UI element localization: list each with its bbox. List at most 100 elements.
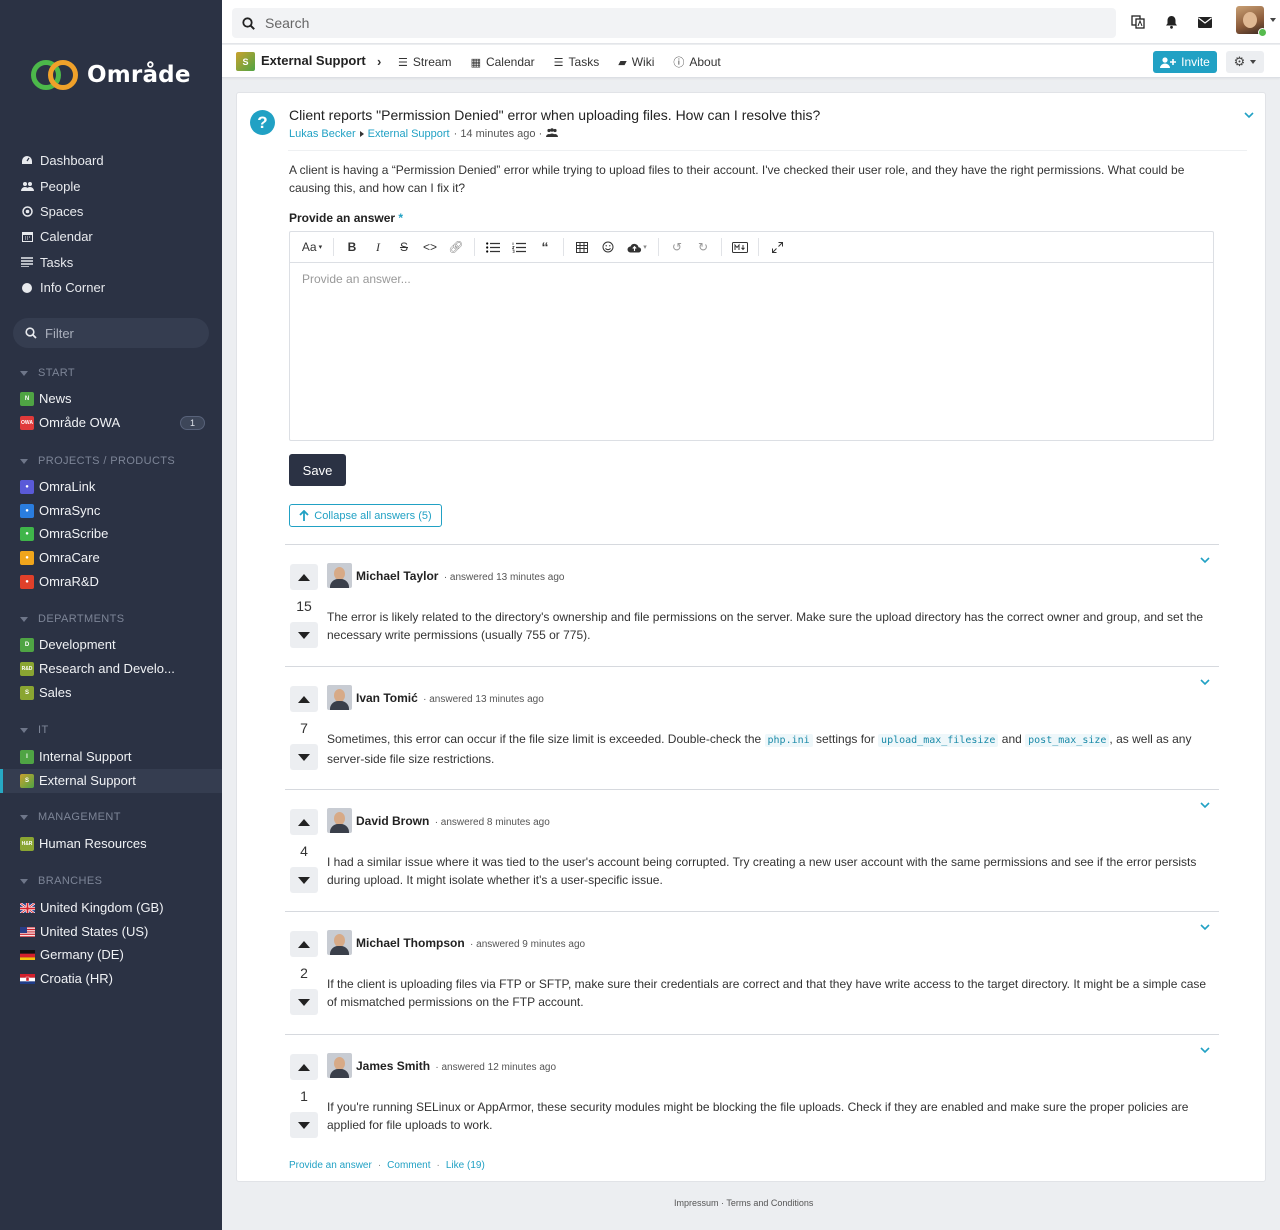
space-title[interactable]: External Support: [261, 53, 366, 68]
space-internal-support[interactable]: I Internal Support: [0, 745, 222, 769]
chevron-down-icon[interactable]: [1200, 922, 1210, 932]
chevron-down-icon[interactable]: [1244, 110, 1254, 120]
bullet-list-icon[interactable]: [482, 237, 504, 257]
nav-info-corner[interactable]: Info Corner: [0, 275, 222, 300]
section-it[interactable]: IT: [20, 724, 49, 736]
space-label: OmraSync: [39, 503, 101, 519]
bold-icon[interactable]: B: [341, 237, 363, 257]
answer-time: · answered 8 minutes ago: [434, 817, 550, 828]
author-name[interactable]: Ivan Tomić: [356, 691, 418, 705]
tab-stream[interactable]: ☰ Stream: [398, 54, 452, 70]
redo-icon[interactable]: ↻: [692, 237, 714, 257]
avatar[interactable]: [327, 685, 352, 710]
author-name[interactable]: Michael Thompson: [356, 936, 465, 950]
answer-editor[interactable]: Aa ▾ B I S <> 🔗︎ “ ▾ ↺ ↻ Provide an answe…: [289, 231, 1214, 441]
section-departments[interactable]: DEPARTMENTS: [20, 613, 125, 625]
author-name[interactable]: James Smith: [356, 1059, 430, 1073]
author-name[interactable]: David Brown: [356, 814, 429, 828]
downvote-button[interactable]: [290, 744, 318, 770]
italic-icon[interactable]: I: [367, 237, 389, 257]
impressum-link[interactable]: Impressum: [674, 1198, 719, 1208]
provide-answer-link[interactable]: Provide an answer: [289, 1160, 372, 1171]
space-us[interactable]: United States (US): [0, 920, 222, 944]
bell-icon[interactable]: [1163, 14, 1179, 30]
caret-down-icon[interactable]: [1270, 18, 1276, 22]
fullscreen-icon[interactable]: [766, 237, 788, 257]
space-uk[interactable]: United Kingdom (GB): [0, 896, 222, 920]
author-link[interactable]: Lukas Becker: [289, 128, 356, 140]
comment-link[interactable]: Comment: [387, 1160, 430, 1171]
avatar[interactable]: [327, 1053, 352, 1078]
space-link[interactable]: External Support: [368, 128, 450, 140]
space-development[interactable]: D Development: [0, 633, 222, 657]
table-icon[interactable]: [571, 237, 593, 257]
space-omrasync[interactable]: ● OmraSync: [0, 499, 222, 523]
space-hr[interactable]: Croatia (HR): [0, 967, 222, 991]
tab-wiki[interactable]: ▰ Wiki: [618, 54, 654, 70]
save-button[interactable]: Save: [289, 454, 346, 486]
nav-people[interactable]: People: [0, 173, 222, 198]
chevron-down-icon[interactable]: [1200, 800, 1210, 810]
markdown-icon[interactable]: [729, 237, 751, 257]
section-management[interactable]: MANAGEMENT: [20, 811, 121, 823]
tab-tasks[interactable]: ☰ Tasks: [554, 54, 600, 70]
space-settings-button[interactable]: ⚙: [1226, 51, 1264, 73]
upvote-button[interactable]: [290, 931, 318, 957]
space-de[interactable]: Germany (DE): [0, 943, 222, 967]
undo-icon[interactable]: ↺: [666, 237, 688, 257]
author-name[interactable]: Michael Taylor: [356, 569, 438, 583]
collapse-answers-button[interactable]: Collapse all answers (5): [289, 504, 442, 527]
space-omralink[interactable]: ● OmraLink: [0, 475, 222, 499]
code-icon[interactable]: <>: [419, 237, 441, 257]
section-projects[interactable]: PROJECTS / PRODUCTS: [20, 455, 175, 467]
space-human-resources[interactable]: H&R Human Resources: [0, 832, 222, 856]
app-logo[interactable]: Område: [31, 58, 191, 92]
sidebar-filter-input[interactable]: Filter: [13, 318, 209, 348]
upload-cloud-icon[interactable]: ▾: [623, 237, 651, 257]
avatar[interactable]: [327, 808, 352, 833]
translate-icon[interactable]: [1130, 14, 1146, 30]
tab-about[interactable]: ⓘ About: [673, 54, 720, 70]
downvote-button[interactable]: [290, 989, 318, 1015]
font-size-button[interactable]: Aa ▾: [298, 237, 326, 257]
space-news[interactable]: N News: [0, 387, 222, 411]
upvote-button[interactable]: [290, 1054, 318, 1080]
space-omrard[interactable]: ● OmraR&D: [0, 570, 222, 594]
nav-dashboard[interactable]: Dashboard: [0, 148, 222, 173]
nav-tasks[interactable]: Tasks: [0, 250, 222, 275]
downvote-button[interactable]: [290, 1112, 318, 1138]
tab-calendar[interactable]: ▦ Calendar: [471, 54, 535, 70]
downvote-button[interactable]: [290, 867, 318, 893]
nav-calendar[interactable]: Calendar: [0, 224, 222, 249]
avatar[interactable]: [327, 930, 352, 955]
nav-spaces[interactable]: Spaces: [0, 199, 222, 224]
chevron-down-icon[interactable]: [1200, 1045, 1210, 1055]
section-branches[interactable]: BRANCHES: [20, 875, 102, 887]
section-start[interactable]: START: [20, 367, 75, 379]
terms-link[interactable]: Terms and Conditions: [726, 1198, 813, 1208]
space-sales[interactable]: S Sales: [0, 681, 222, 705]
section-title: MANAGEMENT: [38, 811, 121, 823]
link-icon[interactable]: 🔗︎: [445, 237, 467, 257]
chevron-down-icon[interactable]: [1200, 677, 1210, 687]
chevron-down-icon[interactable]: [1200, 555, 1210, 565]
avatar[interactable]: [327, 563, 352, 588]
downvote-button[interactable]: [290, 622, 318, 648]
space-omracare[interactable]: ● OmraCare: [0, 546, 222, 570]
quote-icon[interactable]: “: [534, 237, 556, 257]
space-omrascribe[interactable]: ● OmraScribe: [0, 522, 222, 546]
emoji-icon[interactable]: [597, 237, 619, 257]
space-external-support[interactable]: S External Support: [0, 769, 222, 793]
numbered-list-icon[interactable]: [508, 237, 530, 257]
upvote-button[interactable]: [290, 686, 318, 712]
search-input[interactable]: Search: [232, 8, 1116, 38]
envelope-icon[interactable]: [1197, 14, 1213, 30]
strikethrough-icon[interactable]: S: [393, 237, 415, 257]
space-research[interactable]: R&D Research and Develo...: [0, 657, 222, 681]
upvote-button[interactable]: [290, 564, 318, 590]
invite-button[interactable]: Invite: [1153, 51, 1217, 73]
space-omrade-owa[interactable]: OWA Område OWA 1: [0, 411, 222, 435]
upvote-button[interactable]: [290, 809, 318, 835]
chevron-right-icon[interactable]: ›: [377, 54, 381, 69]
like-link[interactable]: Like (19): [446, 1160, 485, 1171]
